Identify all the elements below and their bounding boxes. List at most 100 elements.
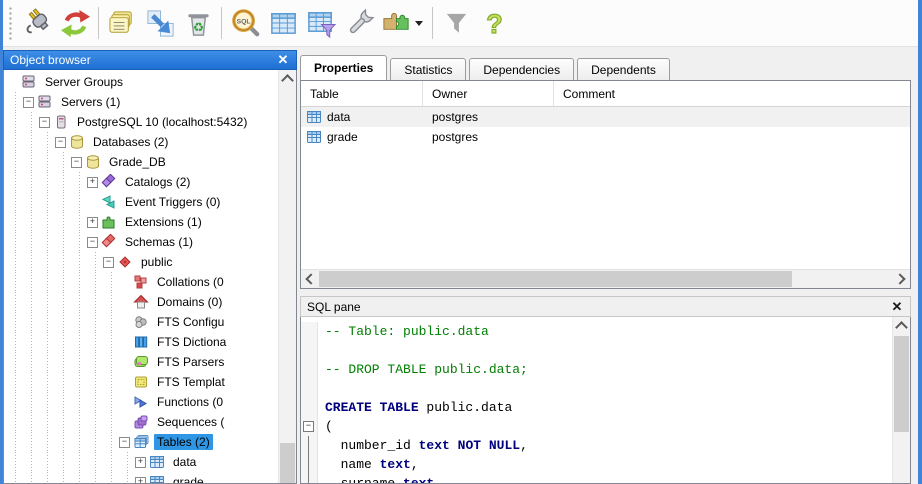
minus-expander-icon[interactable]: − (119, 436, 130, 448)
tree-item-public[interactable]: − public (4, 252, 279, 272)
scroll-up-arrow-icon[interactable] (893, 317, 910, 334)
column-header-comment[interactable]: Comment (554, 81, 910, 106)
tree-vertical-scrollbar[interactable] (278, 70, 296, 483)
close-icon[interactable]: ✕ (890, 299, 904, 314)
sql-text-area: -- Table: public.data -- DROP TABLE publi… (301, 317, 893, 483)
help-button[interactable]: ? (475, 3, 513, 43)
table-name-cell: data (301, 107, 423, 127)
scroll-right-arrow-icon[interactable] (893, 270, 910, 288)
sql-line: CREATE TABLE public.data (301, 398, 893, 417)
fold-minus-icon[interactable]: − (301, 417, 318, 436)
view-data-button[interactable] (264, 3, 302, 43)
table-row[interactable]: grade postgres (301, 127, 910, 147)
tree-item-server-groups[interactable]: Server Groups (4, 72, 279, 92)
tree-item-fts-configu[interactable]: FTS Configu (4, 312, 279, 332)
tree-item-servers-1[interactable]: − Servers (1) (4, 92, 279, 112)
tree-item-event-triggers-0[interactable]: Event Triggers (0) (4, 192, 279, 212)
tree-item-tables-2[interactable]: − Tables (2) (4, 432, 279, 452)
tree-item-databases-2[interactable]: − Databases (2) (4, 132, 279, 152)
scroll-up-arrow-icon[interactable] (279, 70, 296, 87)
tab-statistics[interactable]: Statistics (390, 58, 467, 80)
tree-scrollbar-thumb[interactable] (280, 443, 295, 483)
tree-item-extensions-1[interactable]: + Extensions (1) (4, 212, 279, 232)
sql-vertical-scrollbar[interactable] (892, 317, 910, 483)
minus-expander-icon[interactable]: − (55, 136, 66, 148)
list-horizontal-scrollbar[interactable] (301, 269, 910, 288)
sql-line: -- DROP TABLE public.data; (301, 360, 893, 379)
toolbar-separator (98, 7, 99, 39)
tree-item-collations-0[interactable]: Collations (0 (4, 272, 279, 292)
main-toolbar: ♻ SQL? (3, 0, 918, 47)
tree-item-domains-0[interactable]: Domains (0) (4, 292, 279, 312)
tree-item-fts-parsers[interactable]: FTS Parsers (4, 352, 279, 372)
delete-drop-button[interactable]: ♻ (179, 3, 217, 43)
column-header-table[interactable]: Table (301, 81, 423, 106)
close-icon[interactable]: ✕ (276, 53, 290, 67)
plus-expander-icon[interactable]: + (87, 176, 98, 188)
dropdown-caret-icon[interactable] (412, 3, 425, 43)
object-tree: Server Groups − Servers (1) − PostgreSQL 10 … (4, 70, 279, 483)
toolbar-grip-handle[interactable] (7, 5, 13, 41)
maintenance-button[interactable] (340, 3, 378, 43)
fold-guide-line (301, 455, 318, 474)
databases-icon (69, 134, 86, 150)
list-body: data postgres grade postgres (301, 107, 910, 269)
fold-margin (301, 379, 318, 398)
tree-item-postgresql-10-localhost-5432[interactable]: − PostgreSQL 10 (localhost:5432) (4, 112, 279, 132)
list-scrollbar-thumb[interactable] (319, 271, 792, 287)
add-connection-button[interactable] (18, 3, 56, 43)
sql-scrollbar-thumb[interactable] (894, 336, 909, 432)
tree-item-fts-dictiona[interactable]: FTS Dictiona (4, 332, 279, 352)
minus-expander-icon[interactable]: − (39, 116, 50, 128)
sql-pane: SQL pane ✕ -- Table: public.data -- DROP … (300, 296, 911, 484)
tree-item-label: Databases (2) (93, 135, 169, 149)
tree-item-label: FTS Dictiona (157, 335, 227, 349)
trash-icon: ♻ (183, 8, 214, 39)
paste-button[interactable] (141, 3, 179, 43)
plus-expander-icon[interactable]: + (135, 476, 146, 483)
sql-line: −( (301, 417, 893, 436)
tab-dependencies[interactable]: Dependencies (469, 58, 575, 80)
minus-expander-icon[interactable]: − (103, 256, 114, 268)
column-header-owner[interactable]: Owner (423, 81, 554, 106)
tab-properties[interactable]: Properties (300, 55, 388, 80)
database-icon (85, 154, 102, 170)
scroll-left-arrow-icon[interactable] (301, 270, 318, 288)
tree-item-fts-templat[interactable]: FTS Templat (4, 372, 279, 392)
minus-expander-icon[interactable]: − (71, 156, 82, 168)
pgadmin-window: ♻ SQL? Object browser ✕ Server Groups − Ser… (0, 0, 922, 484)
table-filter-icon (306, 8, 337, 39)
fold-guide-line (301, 474, 318, 483)
plus-expander-icon[interactable]: + (87, 216, 98, 228)
plugins-button[interactable] (378, 3, 428, 43)
folders-icon (107, 8, 138, 39)
table-row[interactable]: data postgres (301, 107, 910, 127)
sql-line (301, 379, 893, 398)
owner-cell: postgres (432, 110, 479, 124)
minus-expander-icon[interactable]: − (87, 236, 98, 248)
filtered-view-button[interactable] (302, 3, 340, 43)
tree-item-grade[interactable]: + grade (4, 472, 279, 483)
tree-item-schemas-1[interactable]: − Schemas (1) (4, 232, 279, 252)
sql-magnifier-icon: SQL (230, 8, 261, 39)
minus-expander-icon[interactable]: − (23, 96, 34, 108)
svg-text:SQL: SQL (236, 18, 250, 25)
tree-item-catalogs-2[interactable]: + Catalogs (2) (4, 172, 279, 192)
tree-item-label: Tables (2) (154, 434, 213, 450)
table-name: data (327, 110, 351, 124)
plus-expander-icon[interactable]: + (135, 456, 146, 468)
refresh-button[interactable] (56, 3, 94, 43)
filter-disabled-button[interactable] (437, 3, 475, 43)
tree-item-sequences[interactable]: Sequences ( (4, 412, 279, 432)
sql-line: -- Table: public.data (301, 322, 893, 341)
tree-item-data[interactable]: + data (4, 452, 279, 472)
tree-item-grade-db[interactable]: − Grade_DB (4, 152, 279, 172)
tree-item-label: FTS Configu (157, 315, 225, 329)
tree-item-functions-0[interactable]: Functions (0 (4, 392, 279, 412)
table-icon (306, 129, 323, 145)
properties-button[interactable] (103, 3, 141, 43)
sql-editor[interactable]: -- Table: public.data -- DROP TABLE publi… (300, 317, 911, 484)
domains-icon (133, 294, 150, 310)
query-tool-button[interactable]: SQL (226, 3, 264, 43)
tab-dependents[interactable]: Dependents (577, 58, 670, 80)
